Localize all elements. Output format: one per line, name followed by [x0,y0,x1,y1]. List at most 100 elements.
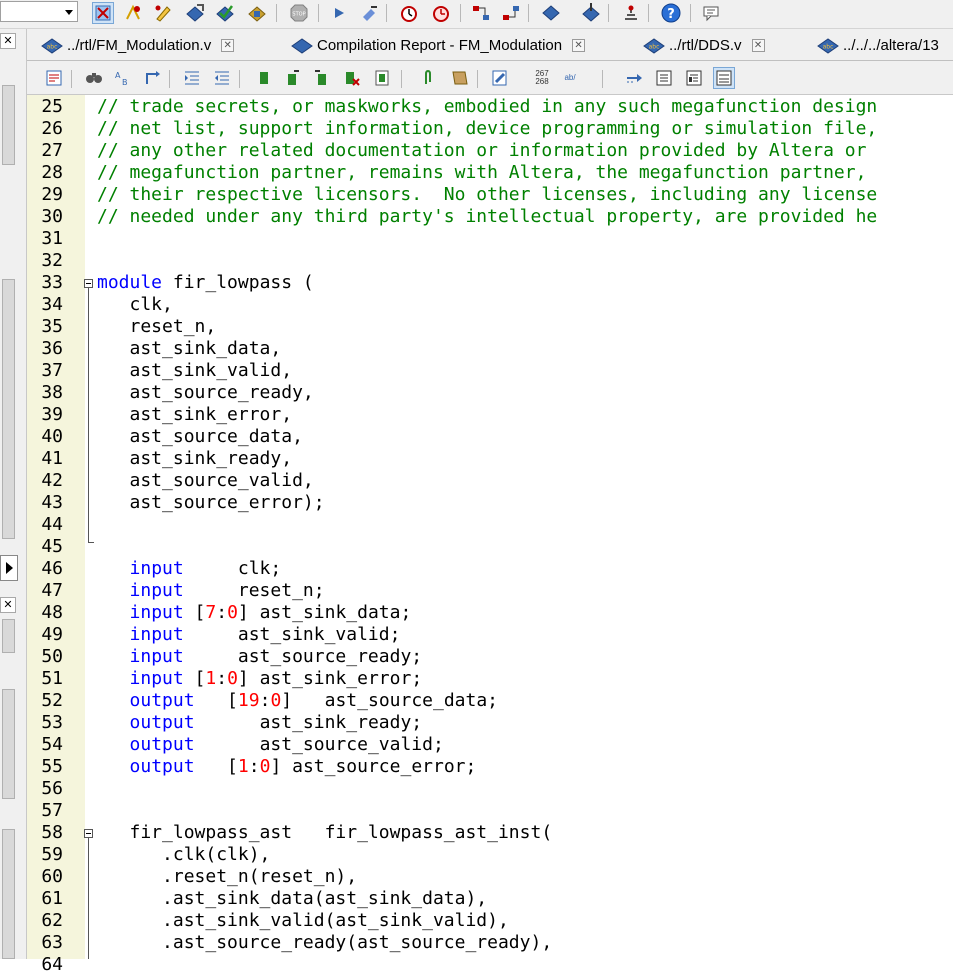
unindent-icon[interactable] [211,67,233,89]
left-dock-panel: ✕ ✕ [0,29,27,959]
close-icon[interactable]: ✕ [0,33,16,49]
timing-icon[interactable] [398,2,420,24]
toolbar-dropdown[interactable] [0,1,78,22]
code-line[interactable]: input [1:0] ast_sink_error; [97,668,423,690]
line-number: 60 [41,866,63,887]
code-line[interactable]: // needed under any third party's intell… [97,206,877,228]
rtl-viewer-icon[interactable] [500,2,522,24]
next-bookmark-icon[interactable] [281,67,303,89]
collapse-all-icon[interactable] [683,67,705,89]
line-number: 30 [41,206,63,227]
line-number: 54 [41,734,63,755]
code-line[interactable]: ast_sink_valid, [97,360,293,382]
programmer-icon[interactable] [540,2,562,24]
panel-scroll-section[interactable] [2,279,15,539]
fold-toggle-icon[interactable] [84,829,93,838]
edit-file-icon[interactable] [489,67,511,89]
edit-icon[interactable] [152,2,174,24]
panel-scroll-section[interactable] [2,689,15,799]
arrow-right-icon[interactable] [623,67,645,89]
code-line[interactable]: output [19:0] ast_source_data; [97,690,499,712]
fold-toggle-icon[interactable] [84,279,93,288]
code-line[interactable]: // trade secrets, or maskworks, embodied… [97,96,877,118]
panel-scroll-section[interactable] [2,85,15,165]
close-icon[interactable]: ✕ [0,597,16,613]
code-line[interactable]: input clk; [97,558,282,580]
code-line[interactable]: ast_sink_ready, [97,448,293,470]
code-line[interactable]: ast_source_data, [97,426,303,448]
line-number: 32 [41,250,63,271]
attach-icon[interactable] [417,67,439,89]
code-line[interactable]: ast_source_error); [97,492,325,514]
line-number: 48 [41,602,63,623]
find-icon[interactable] [83,67,105,89]
pin-planner-icon[interactable] [122,2,144,24]
assembler-icon[interactable] [358,2,380,24]
chip-download-icon[interactable] [580,2,602,24]
code-line[interactable]: fir_lowpass_ast fir_lowpass_ast_inst( [97,822,553,844]
expand-panel-icon[interactable] [0,555,18,581]
code-line[interactable]: ast_sink_error, [97,404,293,426]
code-line[interactable]: input ast_source_ready; [97,646,423,668]
report-icon [291,37,313,54]
line-number: 57 [41,800,63,821]
chip-planner-icon[interactable] [92,2,114,24]
bookmark-icon[interactable] [253,67,275,89]
fitter-icon[interactable] [246,2,268,24]
tab-fm-modulation[interactable]: abc ../rtl/FM_Modulation.v ✕ [41,32,235,59]
code-line[interactable]: input reset_n; [97,580,325,602]
panel-scroll-section[interactable] [2,829,15,959]
tab-compilation-report[interactable]: Compilation Report - FM_Modulation ✕ [291,32,586,59]
code-line[interactable]: input [7:0] ast_sink_data; [97,602,412,624]
expand-all-icon[interactable] [653,67,675,89]
code-line[interactable]: ast_source_valid, [97,470,314,492]
svg-text:A: A [115,71,121,80]
tab-label: Compilation Report - FM_Modulation [317,37,563,54]
line-number: 34 [41,294,63,315]
panel-item[interactable] [2,619,15,653]
indent-icon[interactable] [181,67,203,89]
bookmark-list-icon[interactable] [371,67,393,89]
code-line[interactable]: module fir_lowpass ( [97,272,314,294]
close-tab-icon[interactable]: ✕ [221,39,235,52]
close-tab-icon[interactable]: ✕ [751,39,765,52]
code-line[interactable]: output [1:0] ast_source_error; [97,756,477,778]
code-line[interactable]: input ast_sink_valid; [97,624,401,646]
close-tab-icon[interactable]: ✕ [572,39,586,52]
signal-tap-icon[interactable] [620,2,642,24]
code-line[interactable]: output ast_sink_ready; [97,712,423,734]
comment-icon[interactable] [700,2,722,24]
comment-block-icon[interactable] [449,67,471,89]
code-line[interactable]: ast_sink_data, [97,338,282,360]
insert-template-icon[interactable] [43,67,65,89]
line-column-indicator[interactable]: 267 268 [531,67,553,89]
code-line[interactable]: // their respective licensors. No other … [97,184,877,206]
code-line[interactable]: // megafunction partner, remains with Al… [97,162,866,184]
clear-bookmarks-icon[interactable] [341,67,363,89]
previous-bookmark-icon[interactable] [311,67,333,89]
code-line[interactable]: // net list, support information, device… [97,118,877,140]
code-line[interactable]: .clk(clk), [97,844,270,866]
toggle-view-icon[interactable] [713,67,735,89]
code-line[interactable]: .ast_sink_valid(ast_sink_valid), [97,910,509,932]
code-line[interactable]: // any other related documentation or in… [97,140,866,162]
code-line[interactable]: .reset_n(reset_n), [97,866,357,888]
code-line[interactable]: ast_source_ready, [97,382,314,404]
replace-text-indicator[interactable]: ab/ [559,67,581,89]
analysis-icon[interactable] [214,2,236,24]
tab-altera[interactable]: abc ../../../altera/13 [817,32,939,59]
start-icon[interactable] [328,2,350,24]
timequest-icon[interactable] [430,2,452,24]
tab-dds[interactable]: abc ../rtl/DDS.v ✕ [643,32,765,59]
compile-icon[interactable] [184,2,206,24]
go-to-line-icon[interactable] [141,67,163,89]
code-line[interactable]: output ast_source_valid; [97,734,444,756]
find-replace-icon[interactable]: AB [111,67,133,89]
code-line[interactable]: reset_n, [97,316,217,338]
netlist-viewer-icon[interactable] [470,2,492,24]
help-icon[interactable]: ? [660,2,682,24]
code-line[interactable]: .ast_source_ready(ast_source_ready), [97,932,552,954]
code-line[interactable]: clk, [97,294,173,316]
code-line[interactable]: .ast_sink_data(ast_sink_data), [97,888,487,910]
stop-icon[interactable]: STOP [288,2,310,24]
